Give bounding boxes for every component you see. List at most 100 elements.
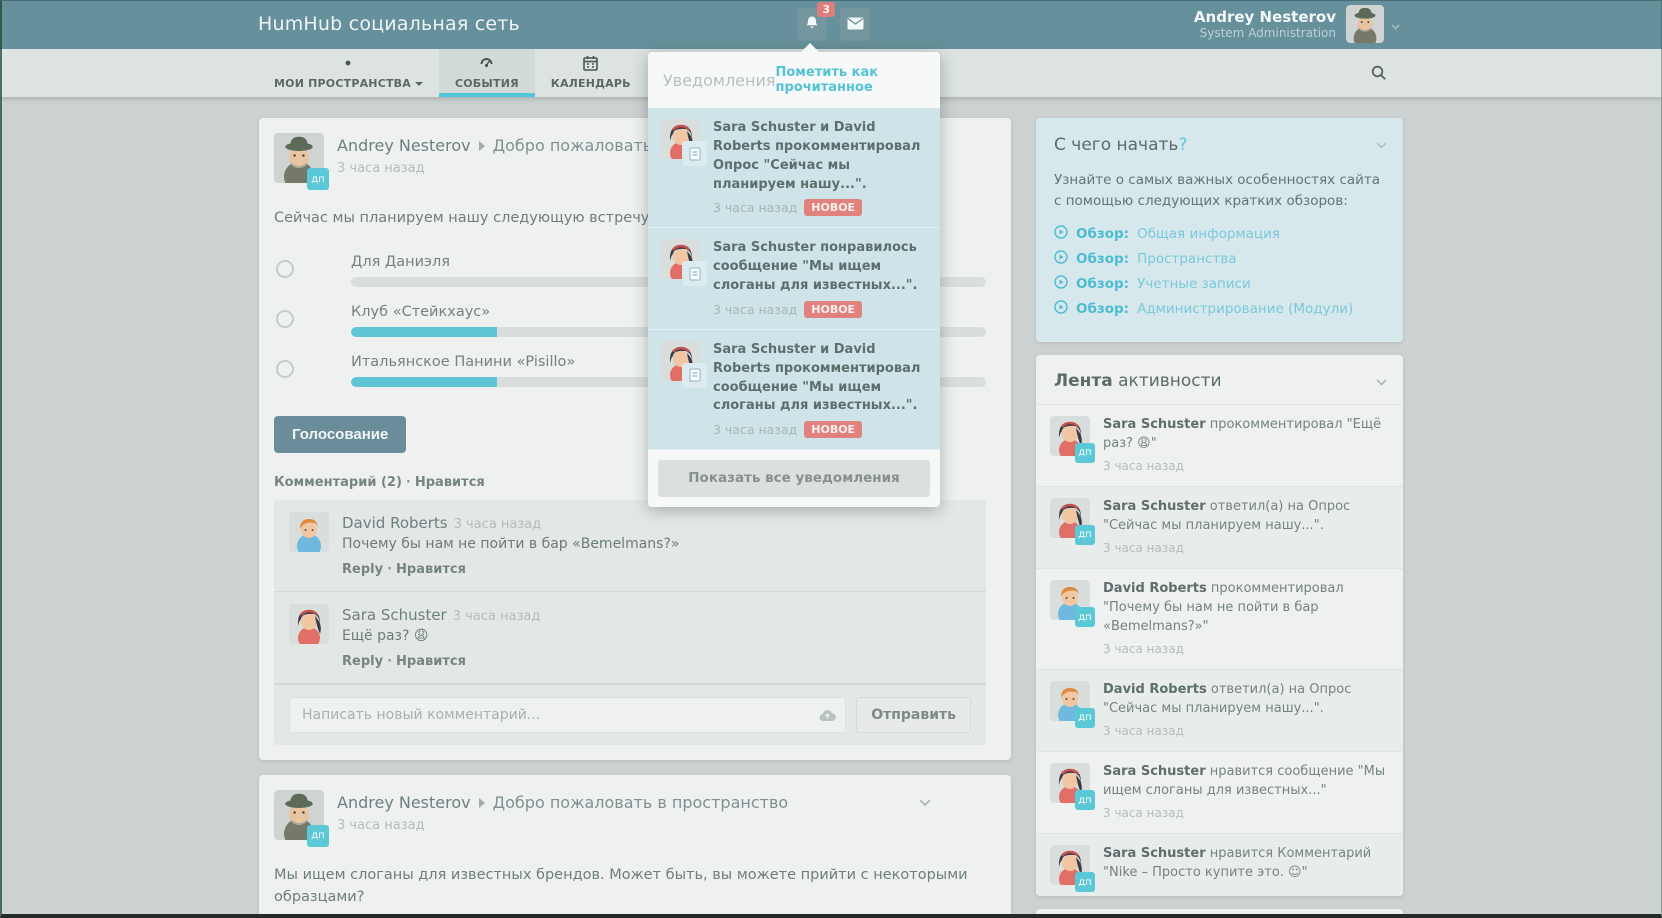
space-badge: дп [307, 168, 329, 190]
like-link[interactable]: Нравится [396, 654, 466, 669]
post-author-link[interactable]: Andrey Nesterov [337, 136, 471, 155]
brand-title[interactable]: HumHub социальная сеть [258, 13, 520, 35]
post-menu-chevron-icon[interactable] [919, 792, 931, 811]
activity-item[interactable]: дп David Roberts ответил(а) на Опрос "Се… [1036, 669, 1403, 751]
nav-label: СОБЫТИЯ [455, 77, 519, 90]
notification-timestamp: 3 часа назад [713, 200, 797, 215]
poll-radio[interactable] [276, 310, 294, 328]
activity-item[interactable]: дп Sara Schuster прокомментировал "Ещё р… [1036, 404, 1403, 486]
play-circle-icon [1054, 250, 1068, 268]
dropdown-arrow [801, 43, 819, 52]
comments-toggle-link[interactable]: Комментарий (2) [274, 475, 402, 490]
notification-avatar [661, 341, 701, 381]
messages-button[interactable] [840, 8, 870, 41]
overview-link[interactable]: Обзор: Общая информация [1054, 225, 1385, 243]
search-button[interactable] [1371, 65, 1387, 85]
notification-text: Sara Schuster и David Roberts прокоммент… [713, 119, 927, 194]
overview-link[interactable]: Обзор: Пространства [1054, 250, 1385, 268]
mark-all-read-link[interactable]: Пометить как прочитанное [776, 65, 926, 95]
chevron-down-icon [1391, 15, 1400, 34]
upload-cloud-icon[interactable] [819, 707, 836, 726]
nav-item-events[interactable]: СОБЫТИЯ [439, 49, 535, 97]
nav-item-calendar[interactable]: КАЛЕНДАРЬ [535, 49, 647, 97]
space-badge: дп [307, 825, 329, 847]
comment-note-icon [682, 363, 707, 388]
account-menu[interactable]: Andrey Nesterov System Administration [1194, 5, 1400, 43]
notification-timestamp: 3 часа назад [713, 422, 797, 437]
activity-avatar: дп [1050, 681, 1090, 721]
space-badge: дп [1075, 525, 1095, 545]
comment-text: Ещё раз? 😩 [342, 628, 540, 644]
activity-avatar: дп [1050, 845, 1090, 885]
like-link[interactable]: Нравится [415, 475, 485, 490]
comment-author-avatar[interactable] [289, 512, 329, 552]
panel-title: С чего начать [1054, 135, 1178, 155]
dot-circle-icon [340, 55, 356, 75]
post-timestamp: 3 часа назад [337, 818, 788, 833]
activity-avatar: дп [1050, 580, 1090, 620]
like-link[interactable]: Нравится [396, 562, 466, 577]
collapse-chevron-icon[interactable] [1376, 134, 1387, 153]
overview-link[interactable]: Обзор: Учетные записи [1054, 275, 1385, 293]
post-card: дп Andrey Nesterov Добро пожаловать в про… [259, 775, 1011, 918]
poll-radio[interactable] [276, 260, 294, 278]
new-comment-input[interactable] [289, 697, 846, 733]
send-comment-button[interactable]: Отправить [856, 697, 971, 733]
notification-text: Sara Schuster и David Roberts прокоммент… [713, 341, 927, 416]
user-avatar[interactable] [1346, 5, 1384, 43]
collapse-chevron-icon[interactable] [1376, 371, 1387, 390]
nav-item-my-spaces[interactable]: МОИ ПРОСТРАНСТВА [258, 49, 439, 97]
activity-avatar: дп [1050, 498, 1090, 538]
space-badge: дп [1075, 790, 1095, 810]
notification-count-badge: 3 [817, 2, 835, 17]
post-author-avatar[interactable]: дп [274, 133, 324, 183]
notification-item[interactable]: Sara Schuster и David Roberts прокоммент… [648, 108, 940, 228]
notifications-button[interactable]: 3 [797, 8, 827, 41]
new-badge: НОВОЕ [804, 301, 862, 318]
top-bar: HumHub социальная сеть 3 Andrey Nesterov… [0, 0, 1662, 49]
post-author-avatar[interactable]: дп [274, 790, 324, 840]
activity-item[interactable]: дп Sara Schuster нравится Комментарий "N… [1036, 833, 1403, 896]
comment: David Roberts3 часа назад Почему бы нам … [274, 500, 986, 592]
dashboard-icon [478, 55, 495, 75]
play-circle-icon [1054, 225, 1068, 243]
space-badge: дп [1075, 607, 1095, 627]
activity-timestamp: 3 часа назад [1103, 723, 1389, 740]
activity-panel: Лента активности дп Sara Schuster проком… [1036, 355, 1403, 896]
activity-timestamp: 3 часа назад [1103, 641, 1389, 658]
show-all-notifications-button[interactable]: Показать все уведомления [658, 460, 930, 497]
space-badge: дп [1075, 872, 1095, 892]
comment-author-avatar[interactable] [289, 604, 329, 644]
reply-link[interactable]: Reply [342, 562, 383, 577]
poll-radio[interactable] [276, 360, 294, 378]
activity-timestamp: 3 часа назад [1103, 805, 1389, 822]
poll-bar-fill [351, 377, 497, 387]
vote-button[interactable]: Голосование [274, 416, 406, 453]
notification-item[interactable]: Sara Schuster понравилось сообщение "Мы … [648, 228, 940, 330]
activity-avatar: дп [1050, 416, 1090, 456]
activity-timestamp: 3 часа назад [1103, 458, 1389, 475]
play-circle-icon [1054, 275, 1068, 293]
notification-avatar [661, 239, 701, 279]
activity-item[interactable]: дп David Roberts прокомментировал "Почем… [1036, 568, 1403, 669]
user-name: Andrey Nesterov [1194, 8, 1336, 26]
activity-item[interactable]: дп Sara Schuster нравится сообщение "Мы … [1036, 751, 1403, 833]
notification-item[interactable]: Sara Schuster и David Roberts прокоммент… [648, 330, 940, 450]
space-badge: дп [1075, 708, 1095, 728]
comment-author-link[interactable]: David Roberts [342, 514, 448, 532]
comment-author-link[interactable]: Sara Schuster [342, 606, 447, 624]
poll-bar-fill [351, 327, 497, 337]
post-space-link[interactable]: Добро пожаловать в пространство [493, 793, 789, 812]
reply-link[interactable]: Reply [342, 654, 383, 669]
calendar-icon [583, 55, 598, 75]
nav-label: МОИ ПРОСТРАНСТВА [274, 77, 423, 90]
activity-item[interactable]: дп Sara Schuster ответил(а) на Опрос "Се… [1036, 486, 1403, 568]
post-author-link[interactable]: Andrey Nesterov [337, 793, 471, 812]
dot-separator: · [406, 475, 411, 490]
comment-text: Почему бы нам не пойти в бар «Bemelmans?… [342, 536, 679, 552]
envelope-icon [847, 15, 864, 34]
comment: Sara Schuster3 часа назад Ещё раз? 😩 Rep… [274, 592, 986, 684]
overview-link[interactable]: Обзор: Администрирование (Модули) [1054, 300, 1385, 318]
activity-timestamp: 3 часа назад [1103, 540, 1389, 557]
new-badge: НОВОЕ [804, 199, 862, 216]
